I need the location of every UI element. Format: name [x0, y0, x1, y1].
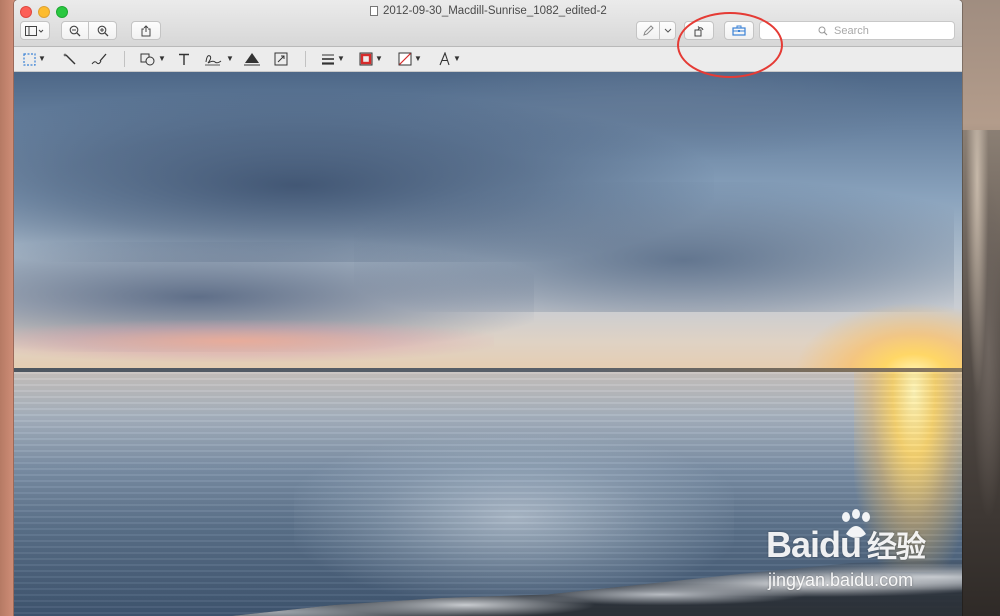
- minimize-button[interactable]: [38, 6, 50, 18]
- share-button[interactable]: [131, 21, 161, 40]
- watermark-brand-prefix: Bai: [766, 524, 820, 565]
- instant-alpha-tool[interactable]: [63, 51, 77, 67]
- border-color-tool[interactable]: ▼: [359, 51, 383, 67]
- window-title-text: 2012-09-30_Macdill-Sunrise_1082_edited-2: [383, 5, 607, 17]
- close-button[interactable]: [20, 6, 32, 18]
- text-style-icon: [439, 52, 450, 66]
- share-icon: [141, 24, 151, 36]
- shape-style-tool[interactable]: ▼: [321, 51, 345, 67]
- chevron-down-icon: ▼: [38, 54, 46, 63]
- window-title: 2012-09-30_Macdill-Sunrise_1082_edited-2: [370, 3, 607, 19]
- desktop-wallpaper-rocks: [962, 130, 1000, 616]
- chevron-down-icon: ▼: [414, 54, 422, 63]
- border-color-icon: [359, 52, 373, 66]
- fill-color-icon: [398, 52, 412, 66]
- text-icon: [179, 53, 189, 65]
- signature-icon: [205, 55, 222, 66]
- adjust-color-tool[interactable]: [244, 51, 260, 67]
- text-tool[interactable]: [178, 51, 190, 67]
- chevron-down-icon: ▼: [453, 54, 461, 63]
- watermark-brand-cn: 经验: [867, 531, 926, 564]
- pen-icon: [643, 24, 654, 36]
- watermark-brand-suffix: du: [819, 524, 862, 565]
- shapes-tool[interactable]: ▼: [140, 51, 166, 67]
- sidebar-button[interactable]: [20, 21, 50, 40]
- sketch-tool[interactable]: [91, 51, 107, 67]
- search-icon: [818, 26, 828, 35]
- toolbar-separator: [124, 51, 125, 67]
- markup-dropdown-button[interactable]: [660, 21, 676, 40]
- chevron-down-icon: ▼: [337, 54, 345, 63]
- title-bar: 2012-09-30_Macdill-Sunrise_1082_edited-2: [14, 0, 962, 47]
- photo-sunrise-glow: [14, 320, 494, 362]
- rect-select-icon: [23, 52, 36, 66]
- chevron-down-icon: ▼: [375, 54, 383, 63]
- annotation-circle: [677, 12, 783, 78]
- text-style-tool[interactable]: ▼: [438, 51, 461, 67]
- sign-tool[interactable]: ▼: [204, 51, 234, 67]
- sketch-icon: [91, 53, 107, 65]
- chevron-down-icon: ▼: [226, 54, 234, 63]
- resize-icon: [274, 52, 288, 66]
- photo-horizon: [14, 368, 962, 372]
- magic-wand-icon: [63, 53, 76, 65]
- fill-color-tool[interactable]: ▼: [398, 51, 422, 67]
- search-field[interactable]: [759, 21, 955, 40]
- sidebar-icon: [25, 25, 44, 36]
- shapes-icon: [140, 53, 155, 66]
- markup-toolbar: ▼ ▼ ▼ ▼ ▼ ▼ ▼: [14, 47, 962, 72]
- zoom-out-button[interactable]: [61, 21, 89, 40]
- line-style-icon: [322, 54, 334, 65]
- watermark-brand: Baidu 经验: [766, 522, 926, 566]
- zoom-button[interactable]: [56, 6, 68, 18]
- zoom-in-icon: [97, 25, 108, 36]
- chevron-down-icon: [664, 28, 671, 33]
- document-icon: [370, 6, 378, 16]
- adjust-size-tool[interactable]: [274, 51, 288, 67]
- toolbar-separator: [305, 51, 306, 67]
- chevron-down-icon: ▼: [158, 54, 166, 63]
- zoom-out-icon: [69, 25, 81, 36]
- search-input[interactable]: [832, 23, 896, 38]
- watermark-url: jingyan.baidu.com: [768, 570, 914, 590]
- markup-button[interactable]: [636, 21, 660, 40]
- baidu-watermark: Baidu 经验 jingyan.baidu.com: [766, 508, 966, 594]
- adjust-color-icon: [244, 53, 260, 66]
- zoom-in-button[interactable]: [89, 21, 117, 40]
- selection-tool[interactable]: ▼: [23, 51, 46, 67]
